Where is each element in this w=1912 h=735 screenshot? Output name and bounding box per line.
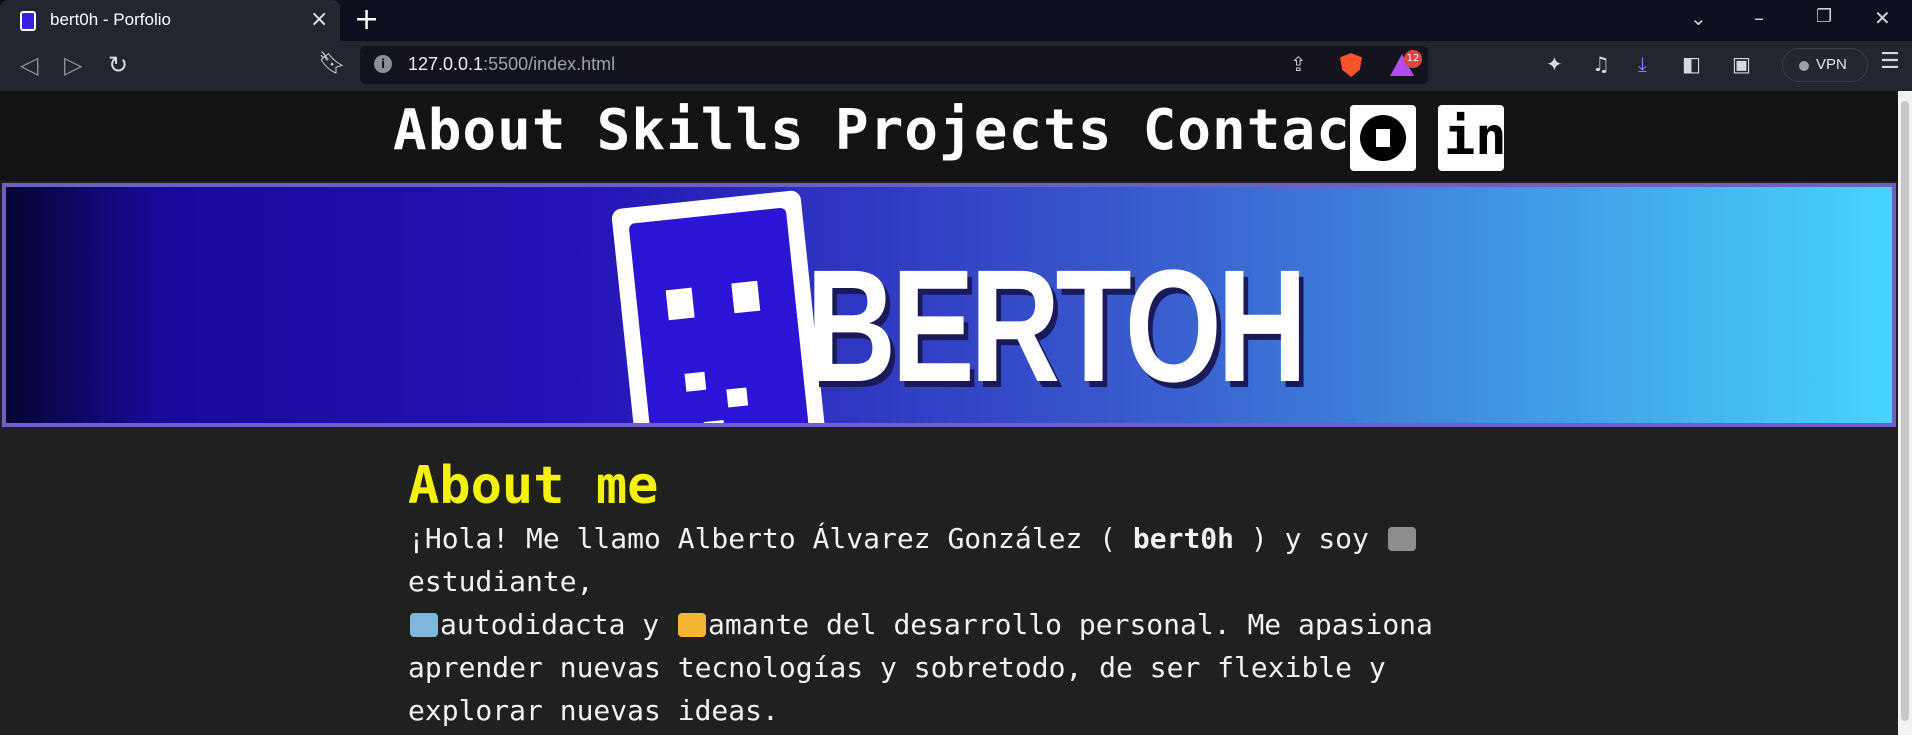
mascot-eye-left [665,287,695,321]
about-intro: ¡Hola! Me llamo Alberto Álvarez González… [408,522,1133,555]
flexed-biceps-icon [678,613,707,637]
active-tab[interactable]: bert0h - Porfolio × [0,0,340,41]
media-icon[interactable]: ♫ [1592,52,1610,76]
url-path: :5500/index.html [483,54,616,74]
wallet-icon[interactable]: ▣ [1732,52,1751,76]
about-handle: bert0h [1132,522,1235,555]
nav-links: About Skills Projects Contact [393,101,1386,161]
bookmark-icon[interactable]: 🔖︎ [318,51,346,76]
mascot-body [628,207,812,423]
rewards-badge: 12 [1404,50,1422,68]
site-favicon-icon [20,11,36,31]
menu-icon[interactable]: ☰ [1880,49,1900,74]
extensions-icon[interactable]: ✦ [1546,52,1563,76]
linkedin-icon[interactable]: in [1438,105,1507,171]
scrollbar-thumb[interactable] [1901,101,1909,721]
browser-toolbar: ◁ ▷ ↻ 🔖︎ i 127.0.0.1:5500/index.html ⇪ 1… [0,41,1912,91]
graduation-cap-icon [1387,527,1416,551]
vpn-status-icon [1799,61,1809,71]
github-cat-shape [1376,129,1390,147]
tab-strip: bert0h - Porfolio × + ⌄ – ❐ ✕ [0,0,1912,41]
download-icon[interactable]: ⤓ [1638,52,1647,76]
technologist-icon [410,613,438,637]
vpn-label: VPN [1816,56,1847,73]
about-text: ¡Hola! Me llamo Alberto Álvarez González… [408,517,1448,732]
about-title: About me [408,456,659,516]
tab-title: bert0h - Porfolio [50,10,171,29]
restore-icon[interactable]: ❐ [1816,6,1832,27]
brave-shields-icon[interactable] [1340,53,1362,77]
page-scrollbar[interactable] [1898,91,1912,735]
page-content: About Skills Projects Contact in BERTOH … [0,91,1898,735]
mascot-mouth [726,387,749,408]
new-tab-button[interactable]: + [354,2,379,37]
about-self-taught: autodidacta y [440,608,677,641]
mascot-mouth [703,420,726,423]
mascot-mouth [684,371,707,392]
minimize-icon[interactable]: – [1754,6,1764,30]
about-student: estudiante, [408,565,594,598]
share-icon[interactable]: ⇪ [1290,52,1307,76]
reload-icon[interactable]: ↻ [108,51,128,79]
close-window-icon[interactable]: ✕ [1874,6,1891,30]
back-icon[interactable]: ◁ [20,51,38,79]
mascot-eye-right [731,280,761,314]
about-intro-after: ) y soy [1234,522,1386,555]
sidebar-icon[interactable]: ◧ [1682,52,1701,76]
tab-search-icon[interactable]: ⌄ [1690,6,1707,30]
nav-link-skills[interactable]: Skills [597,101,805,161]
hero-banner: BERTOH [2,183,1896,427]
site-navbar: About Skills Projects Contact in [0,91,1898,181]
address-bar[interactable]: i 127.0.0.1:5500/index.html ⇪ 12 [360,46,1428,84]
mascot-logo [610,189,828,423]
tab-close-icon[interactable]: × [310,7,328,32]
nav-link-about[interactable]: About [393,101,567,161]
url-host: 127.0.0.1 [408,54,484,74]
url-text[interactable]: 127.0.0.1:5500/index.html [408,54,615,75]
nav-link-projects[interactable]: Projects [835,101,1113,161]
github-icon[interactable] [1350,105,1416,171]
forward-icon[interactable]: ▷ [64,51,82,79]
vpn-button[interactable]: VPN [1782,48,1868,82]
github-mark [1360,115,1406,161]
linkedin-label: in [1444,107,1507,167]
brand-wordmark: BERTOH [806,236,1307,415]
info-icon[interactable]: i [374,55,392,73]
